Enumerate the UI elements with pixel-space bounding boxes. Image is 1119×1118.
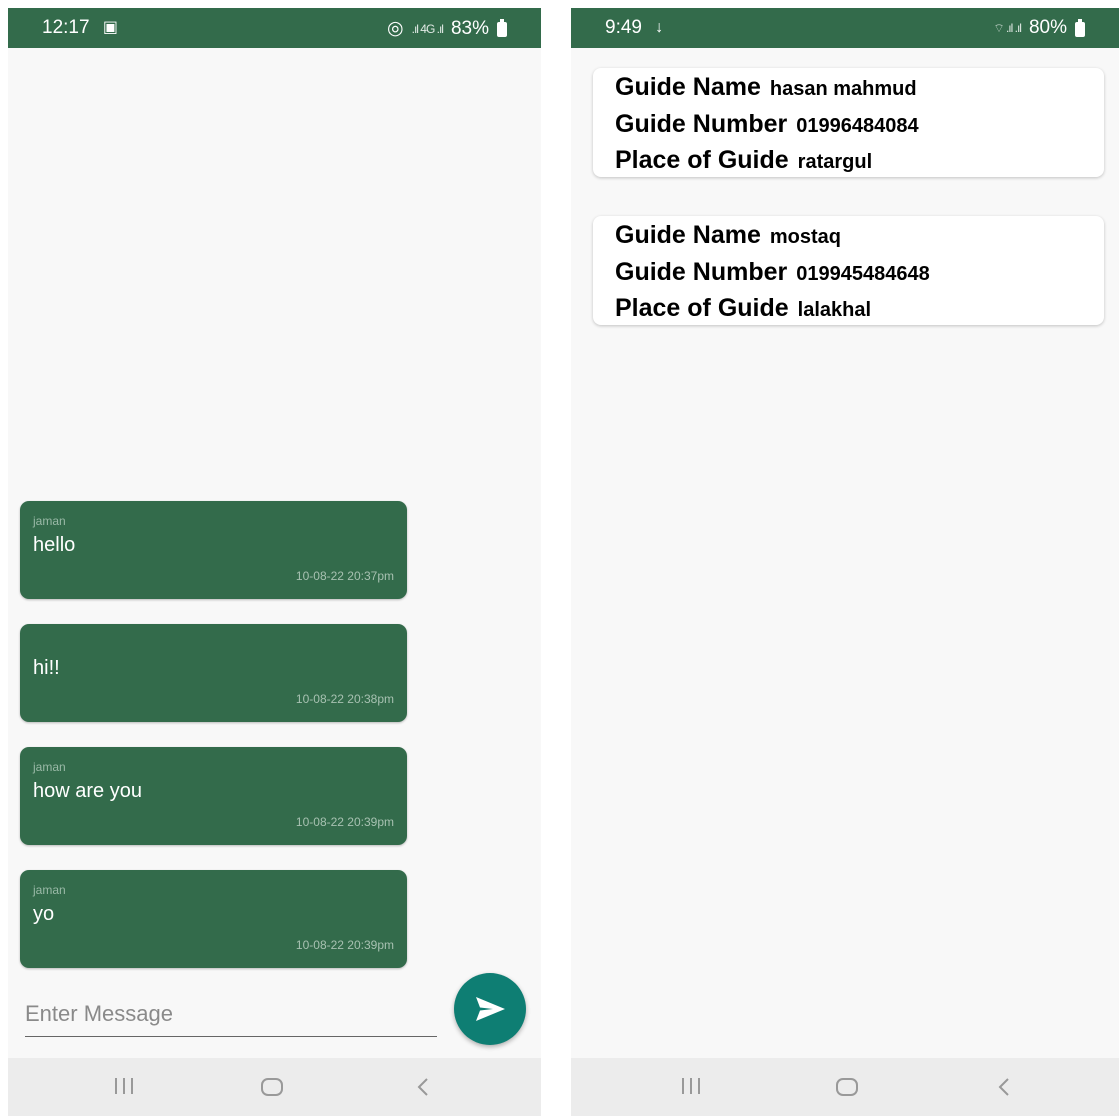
send-icon (476, 997, 505, 1021)
back-icon[interactable] (416, 1077, 430, 1102)
guide-place-label: Place of Guide (615, 146, 789, 174)
battery-icon (1075, 18, 1085, 37)
guide-number-label: Guide Number (615, 110, 788, 138)
recents-icon[interactable] (113, 1077, 135, 1100)
back-icon[interactable] (997, 1077, 1011, 1102)
navigation-bar (8, 1058, 541, 1116)
navigation-bar (571, 1058, 1119, 1116)
message-bubble[interactable]: jaman hello 10-08-22 20:37pm (20, 501, 407, 599)
battery-icon (497, 19, 507, 37)
guide-place-value: ratargul (797, 151, 873, 173)
message-input-placeholder: Enter Message (25, 1001, 173, 1026)
message-timestamp: 10-08-22 20:39pm (295, 815, 394, 829)
guide-name-row: Guide Name mostaq (615, 221, 841, 250)
guide-number-value: 019945484648 (796, 263, 930, 285)
guide-place-row: Place of Guide lalakhal (615, 294, 871, 323)
guide-card[interactable]: Guide Name hasan mahmud Guide Number 01996… (593, 68, 1104, 177)
message-input[interactable]: Enter Message (25, 998, 437, 1037)
battery-percentage: 80% (1028, 17, 1067, 38)
download-icon: ↓ (655, 19, 664, 36)
guide-card[interactable]: Guide Name mostaq Guide Number 01994548464… (593, 216, 1104, 325)
message-sender: jaman (33, 883, 66, 897)
guide-name-row: Guide Name hasan mahmud (615, 73, 917, 102)
guide-place-label: Place of Guide (615, 294, 789, 322)
message-bubble[interactable]: jaman yo 10-08-22 20:39pm (20, 870, 407, 968)
guide-place-value: lalakhal (797, 299, 872, 321)
chat-screen: 12:17 ▣ ◎ .ıl 4G .ıl 83% jaman hello 10-… (8, 8, 541, 1116)
send-button[interactable] (454, 973, 526, 1045)
status-time: 9:49 (605, 17, 642, 38)
message-bubble[interactable]: hi!! 10-08-22 20:38pm (20, 624, 407, 722)
status-bar: 12:17 ▣ ◎ .ıl 4G .ıl 83% (8, 8, 541, 48)
message-timestamp: 10-08-22 20:37pm (295, 569, 394, 583)
hotspot-icon: ◎ (387, 18, 404, 39)
guide-name-value: mostaq (769, 226, 841, 248)
message-sender: jaman (33, 514, 66, 528)
guide-place-row: Place of Guide ratargul (615, 146, 872, 175)
recents-icon[interactable] (680, 1077, 702, 1100)
signal-icon: .ıl 4G .ıl (411, 21, 444, 36)
message-timestamp: 10-08-22 20:39pm (295, 938, 394, 952)
guide-name-label: Guide Name (615, 73, 761, 101)
message-text: hi!! (33, 657, 60, 679)
guide-number-label: Guide Number (615, 258, 788, 286)
guide-number-row: Guide Number 019945484648 (615, 258, 930, 287)
guide-name-label: Guide Name (615, 221, 761, 249)
guide-name-value: hasan mahmud (769, 78, 917, 100)
guide-list-screen: 9:49 ↓ ⌔ .ıl .ıl 80% Guide Name hasan mah… (571, 8, 1119, 1116)
wifi-signal-icon: ⌔ .ıl .ıl (993, 20, 1022, 35)
message-bubble[interactable]: jaman how are you 10-08-22 20:39pm (20, 747, 407, 845)
guide-number-row: Guide Number 01996484084 (615, 110, 919, 139)
status-time: 12:17 (42, 17, 90, 38)
guide-number-value: 01996484084 (796, 115, 919, 137)
home-icon[interactable] (260, 1077, 284, 1102)
message-text: hello (33, 534, 76, 556)
battery-percentage: 83% (450, 17, 489, 39)
message-sender: jaman (33, 760, 66, 774)
message-text: yo (33, 903, 55, 925)
message-text: how are you (33, 780, 142, 802)
gallery-notification-icon: ▣ (102, 19, 118, 36)
message-timestamp: 10-08-22 20:38pm (295, 692, 394, 706)
status-bar: 9:49 ↓ ⌔ .ıl .ıl 80% (571, 8, 1119, 48)
home-icon[interactable] (835, 1077, 859, 1102)
